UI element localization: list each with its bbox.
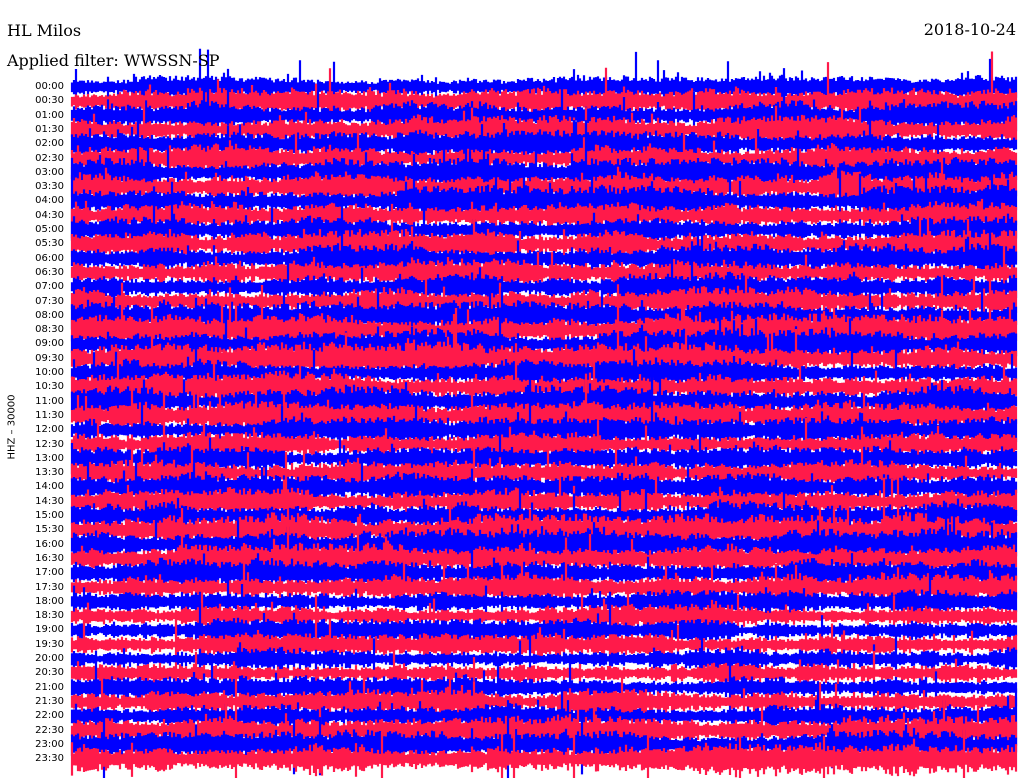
row-label-2330: 23:30 [35, 753, 64, 765]
seismogram-plot [70, 48, 1018, 778]
row-label-1200: 12:00 [35, 424, 64, 436]
row-label-0430: 04:30 [35, 209, 64, 221]
row-label-1230: 12:30 [35, 438, 64, 450]
row-label-0800: 08:00 [35, 309, 64, 321]
row-label-1130: 11:30 [35, 409, 64, 421]
row-label-1930: 19:30 [35, 638, 64, 650]
row-label-1300: 13:00 [35, 452, 64, 464]
row-label-1830: 18:30 [35, 610, 64, 622]
row-label-0230: 02:30 [35, 152, 64, 164]
row-label-0330: 03:30 [35, 181, 64, 193]
row-label-0700: 07:00 [35, 281, 64, 293]
row-label-1700: 17:00 [35, 567, 64, 579]
row-label-0100: 01:00 [35, 109, 64, 121]
row-label-0400: 04:00 [35, 195, 64, 207]
row-label-2300: 23:00 [35, 738, 64, 750]
row-label-2130: 21:30 [35, 695, 64, 707]
row-label-1500: 15:00 [35, 510, 64, 521]
row-label-0600: 06:00 [35, 252, 64, 264]
row-label-0000: 00:00 [35, 81, 64, 92]
row-label-0500: 05:00 [35, 224, 64, 235]
row-label-1800: 18:00 [35, 595, 64, 607]
row-label-1330: 13:30 [35, 467, 64, 479]
row-label-0300: 03:00 [35, 166, 64, 178]
row-label-0530: 05:30 [35, 238, 64, 250]
record-date: 2018-10-24 [923, 20, 1016, 39]
row-time-labels: 00:00 00:30 01:00 01:30 02:00 02:30 03:00 03:30… [0, 0, 70, 780]
helicorder-page: HL Milos Applied filter: WWSSN-SP 2018-1… [0, 0, 1024, 780]
row-label-1430: 14:30 [35, 495, 64, 507]
row-label-0930: 09:30 [35, 352, 64, 364]
row-label-0030: 00:30 [35, 95, 64, 107]
row-label-2100: 21:00 [35, 681, 64, 693]
row-label-0200: 02:00 [35, 138, 64, 150]
row-label-1630: 16:30 [35, 552, 64, 564]
row-label-1600: 16:00 [35, 538, 64, 550]
row-label-0130: 01:30 [35, 123, 64, 135]
row-label-1530: 15:30 [35, 524, 64, 536]
row-label-2200: 22:00 [35, 710, 64, 722]
row-label-1030: 10:30 [35, 381, 64, 393]
row-label-1900: 19:00 [35, 624, 64, 636]
row-label-0900: 09:00 [35, 338, 64, 350]
row-label-2030: 20:30 [35, 667, 64, 679]
row-label-1000: 10:00 [35, 367, 64, 378]
row-label-2230: 22:30 [35, 724, 64, 736]
row-label-0830: 08:30 [35, 324, 64, 336]
row-label-2000: 20:00 [35, 653, 64, 664]
row-label-0630: 06:30 [35, 266, 64, 278]
row-label-1730: 17:30 [35, 581, 64, 593]
row-label-1100: 11:00 [35, 395, 64, 407]
row-label-0730: 07:30 [35, 295, 64, 307]
row-label-1400: 14:00 [35, 481, 64, 493]
